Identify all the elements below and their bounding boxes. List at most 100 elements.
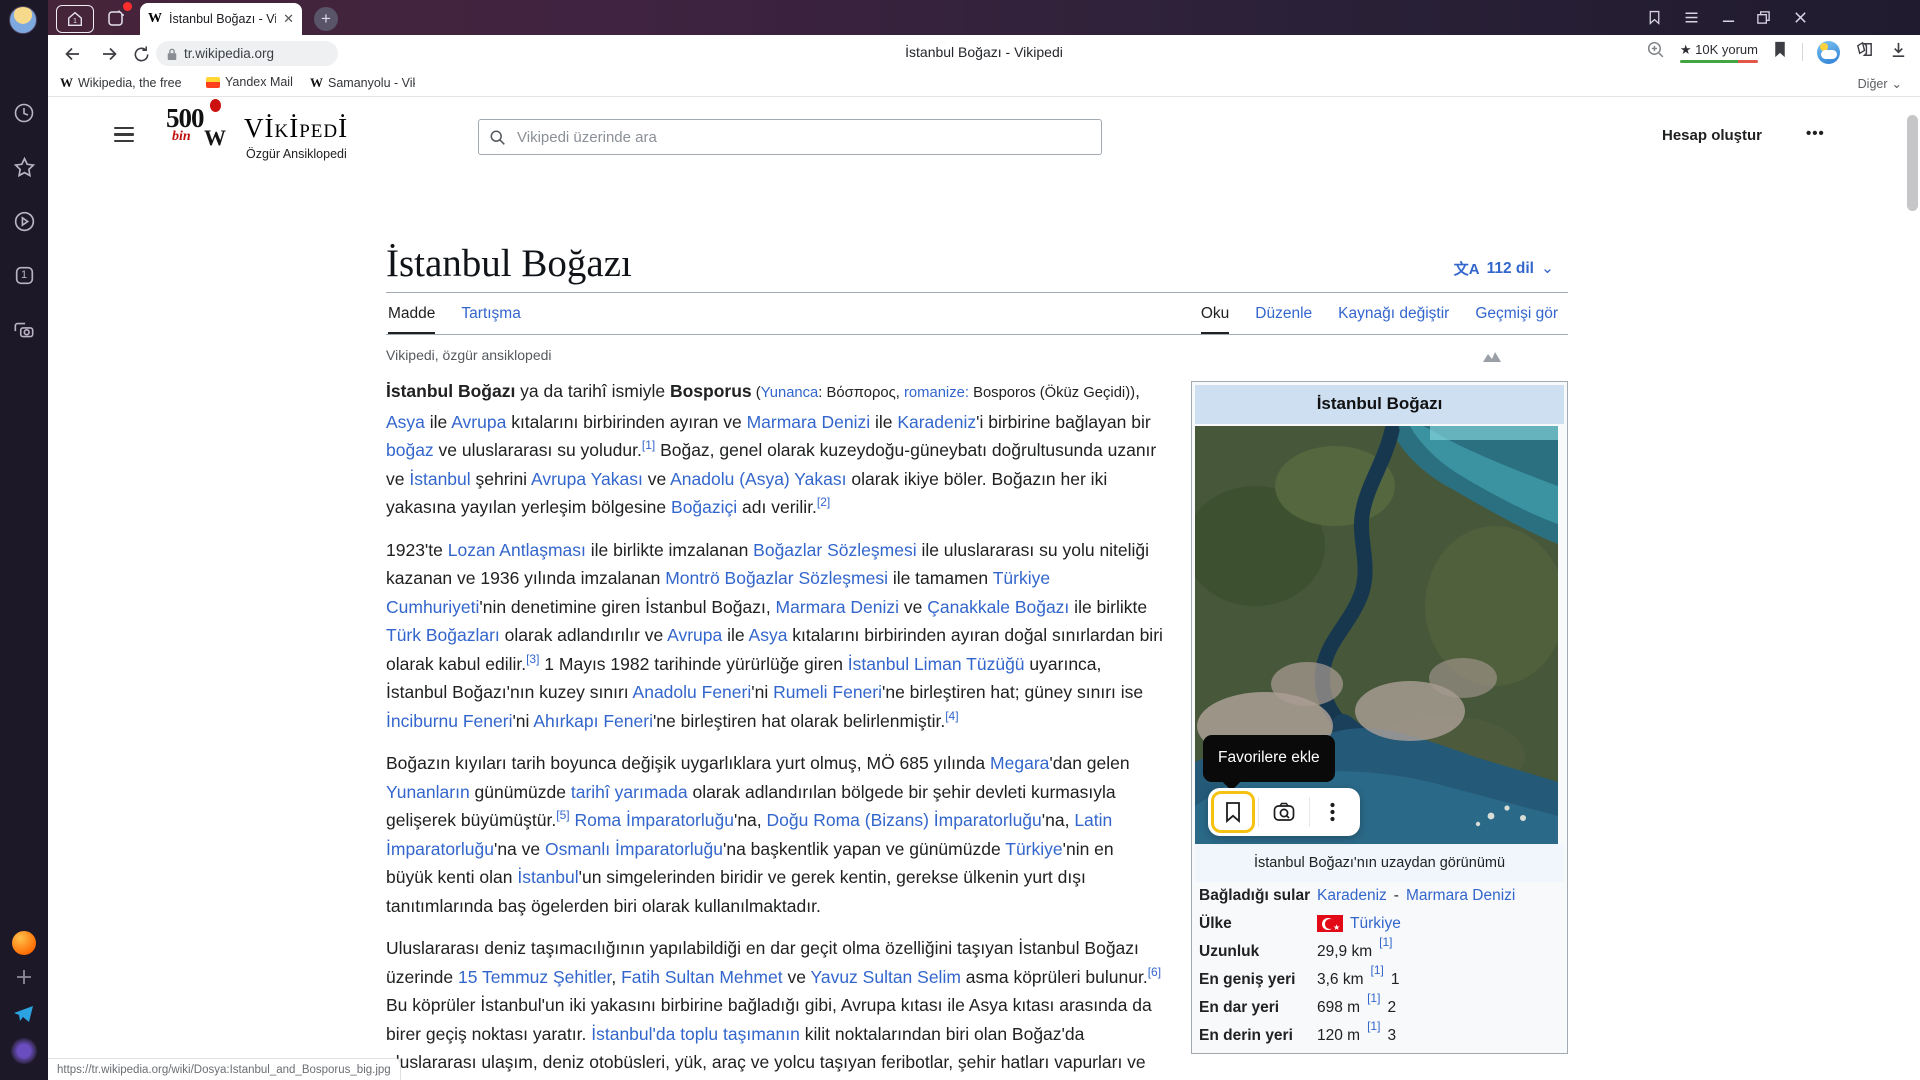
wiki-search-box[interactable] xyxy=(478,119,1102,155)
site-subtitle: Vikipedi, özgür ansiklopedi xyxy=(386,347,1568,363)
add-to-favorites-button[interactable] xyxy=(1208,788,1258,836)
status-bar-url: https://tr.wikipedia.org/wiki/Dosya:Ista… xyxy=(48,1058,401,1080)
row-label: Bağladığı sular xyxy=(1199,886,1317,906)
zoom-search-icon[interactable] xyxy=(1645,39,1666,65)
wikipedia-wordmark[interactable]: Vİkİpedİ xyxy=(244,113,348,144)
row-label: En derin yeri xyxy=(1199,1026,1317,1046)
wiki-menu-icon[interactable] xyxy=(114,127,134,142)
tab-oku[interactable]: Oku xyxy=(1201,305,1229,334)
article-body: İstanbul Boğazı xyxy=(386,377,1568,1077)
tab-bar: 1 W İstanbul Boğazı - Vikipedi ✕ + xyxy=(48,0,1920,35)
row-label: Ülke xyxy=(1199,914,1317,934)
focus-highlight xyxy=(1211,791,1255,833)
row-label: Uzunluk xyxy=(1199,942,1317,962)
image-more-options-button[interactable] xyxy=(1310,788,1354,836)
logo-red-dot xyxy=(210,99,221,112)
wikipedia-tagline: Özgür Ansiklopedi xyxy=(246,147,347,161)
new-tab-button[interactable]: + xyxy=(314,7,338,31)
telegram-icon[interactable] xyxy=(9,998,39,1028)
image-search-button[interactable] xyxy=(1259,788,1309,836)
bookmark-label: Samanyolu - Vikip xyxy=(328,76,415,90)
row-value: ★ Türkiye xyxy=(1317,914,1560,934)
browser-menu-icon[interactable] xyxy=(1673,0,1709,35)
weather-icon[interactable] xyxy=(1817,41,1840,64)
collections-icon[interactable] xyxy=(1854,39,1875,65)
bookmarks-bar: W Wikipedia, the free Yandex Mail W Sama… xyxy=(48,72,1920,97)
page-scrollbar[interactable] xyxy=(1907,115,1918,211)
tabs-counter-icon[interactable]: 1 xyxy=(9,260,39,290)
create-account-link[interactable]: Hesap oluştur xyxy=(1662,127,1762,144)
article: İstanbul Boğazı 文A 112 dil ⌄ Madde Tartı… xyxy=(386,242,1568,1080)
favorites-tooltip: Favorilere ekle xyxy=(1203,735,1335,782)
infobox-rows: Bağladığı sular Karadeniz - Marmara Deni… xyxy=(1195,882,1564,1050)
add-panel-icon[interactable] xyxy=(9,962,39,992)
browser-sidebar: 1 xyxy=(0,0,48,1080)
tab-duzenle[interactable]: Düzenle xyxy=(1255,305,1312,334)
screenshot-icon[interactable] xyxy=(9,314,39,344)
logo-w: W xyxy=(204,125,226,151)
bookmark-label: Wikipedia, the free xyxy=(78,76,182,90)
browser-tab-active[interactable]: W İstanbul Boğazı - Vikipedi ✕ xyxy=(140,3,302,35)
rating-text: ★ 10K yorum xyxy=(1680,42,1758,58)
search-icon xyxy=(489,129,506,146)
satellite-image[interactable]: Favorilere ekle xyxy=(1195,426,1558,844)
language-count: 112 dil xyxy=(1487,260,1534,278)
spoken-article-icon xyxy=(1482,350,1502,368)
bookmark-item[interactable]: W Samanyolu - Vikip xyxy=(310,75,415,91)
tab-close-icon[interactable]: ✕ xyxy=(283,11,294,27)
row-value: Karadeniz - Marmara Denizi xyxy=(1317,886,1560,906)
infobox-row: Bağladığı sular Karadeniz - Marmara Deni… xyxy=(1195,882,1564,910)
search-input[interactable] xyxy=(515,128,1091,147)
row-value: 29,9 km[1] xyxy=(1317,942,1560,962)
tab-title: İstanbul Boğazı - Vikipedi xyxy=(169,12,276,26)
alice-assistant-icon[interactable] xyxy=(9,1036,39,1066)
tab-tartisma[interactable]: Tartışma xyxy=(461,305,520,334)
tab-madde[interactable]: Madde xyxy=(388,305,435,334)
row-value: 120 m [1]3 xyxy=(1317,1026,1560,1046)
wikipedia-500bin-logo[interactable]: 500 bin W xyxy=(166,103,236,165)
home-tableau-button[interactable]: 1 xyxy=(56,5,94,33)
site-rating-widget[interactable]: ★ 10K yorum xyxy=(1680,42,1758,63)
bookmark-item[interactable]: Yandex Mail xyxy=(206,75,293,89)
toolbar-divider xyxy=(1802,43,1803,61)
infobox-row: Uzunluk 29,9 km[1] xyxy=(1195,938,1564,966)
new-window-button[interactable] xyxy=(98,5,134,31)
bookmarks-star-icon[interactable] xyxy=(9,152,39,182)
tab-count: 1 xyxy=(21,269,27,281)
side-panel-toggle-icon[interactable] xyxy=(1636,0,1672,35)
notification-dot xyxy=(123,2,132,11)
language-selector-button[interactable]: 文A 112 dil ⌄ xyxy=(1454,258,1554,279)
image-overlay-toolbar xyxy=(1208,788,1360,836)
close-window-icon[interactable] xyxy=(1782,0,1818,35)
kebab-menu-icon xyxy=(1330,802,1335,822)
bookmark-flag-icon[interactable] xyxy=(1772,40,1788,64)
infobox-row: En dar yeri 698 m [1]2 xyxy=(1195,994,1564,1022)
row-label: En geniş yeri xyxy=(1199,970,1317,990)
logo-bin: bin xyxy=(172,129,191,145)
svg-text:1: 1 xyxy=(73,16,77,25)
infobox-title: İstanbul Boğazı xyxy=(1195,385,1564,424)
profile-avatar[interactable] xyxy=(9,6,37,34)
bookmark-item[interactable]: W Wikipedia, the free xyxy=(60,75,188,91)
video-icon[interactable] xyxy=(9,206,39,236)
more-label: Diğer xyxy=(1858,77,1888,91)
wikipedia-favicon: W xyxy=(60,75,73,91)
article-tabs: Madde Tartışma Oku Düzenle Kaynağı değiş… xyxy=(386,293,1568,335)
wikipedia-page: 500 bin W Vİkİpedİ Özgür Ansiklopedi Hes… xyxy=(48,97,1920,1080)
header-overflow-menu[interactable]: ••• xyxy=(1806,125,1825,142)
history-icon[interactable] xyxy=(9,98,39,128)
tab-gecmisi-gor[interactable]: Geçmişi gör xyxy=(1475,305,1558,334)
maximize-icon[interactable] xyxy=(1745,0,1781,35)
bookmarks-more-button[interactable]: Diğer ⌄ xyxy=(1858,76,1902,91)
bookmark-label: Yandex Mail xyxy=(225,75,293,89)
row-value: 698 m [1]2 xyxy=(1317,998,1560,1018)
toolbar-page-title: İstanbul Boğazı - Vikipedi xyxy=(48,44,1920,60)
turkey-flag-icon: ★ xyxy=(1317,915,1343,932)
downloads-icon[interactable] xyxy=(1889,40,1908,64)
tab-kaynagi-degistir[interactable]: Kaynağı değiştir xyxy=(1338,305,1449,334)
infobox-row: En geniş yeri 3,6 km[1]1 xyxy=(1195,966,1564,994)
wikipedia-favicon: W xyxy=(310,75,323,91)
music-icon[interactable] xyxy=(9,928,39,958)
translate-icon: 文A xyxy=(1454,258,1480,279)
minimize-icon[interactable] xyxy=(1710,0,1746,35)
